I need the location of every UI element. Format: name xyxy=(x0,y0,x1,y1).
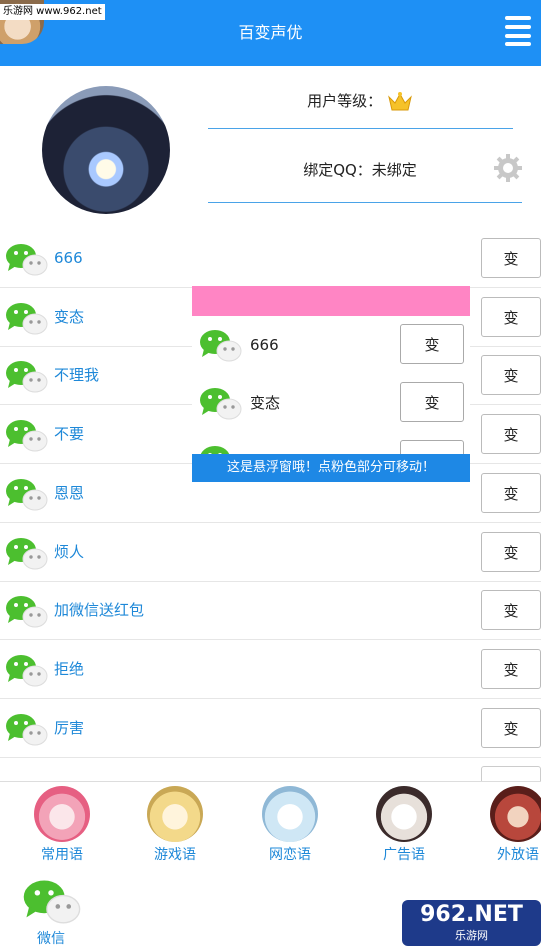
list-item-label: 加微信送红包 xyxy=(54,601,145,620)
nav-item-avatar xyxy=(262,786,318,842)
list-item-label: 恩恩 xyxy=(54,483,85,502)
transform-button[interactable]: 变 xyxy=(481,296,541,337)
watermark-text: 乐游网 www.962.net xyxy=(0,4,105,20)
nav-item-label: 常用语 xyxy=(41,847,83,863)
floating-transform-button[interactable]: 变 xyxy=(400,324,464,364)
nav-item-label: 外放语 xyxy=(497,847,539,863)
watermark-logo-big: 962.NET xyxy=(420,902,523,927)
wechat-icon xyxy=(6,713,48,746)
nav-item-label: 网恋语 xyxy=(269,847,311,863)
crown-icon xyxy=(388,91,412,110)
bind-qq-status[interactable]: 绑定QQ：未绑定 xyxy=(230,155,490,185)
floating-transform-button[interactable]: 变 xyxy=(400,382,464,422)
transform-button[interactable]: 变 xyxy=(481,531,541,572)
list-item-label: 不要 xyxy=(54,425,85,444)
nav-item-label: 游戏语 xyxy=(154,847,196,863)
wechat-icon xyxy=(200,388,242,420)
divider xyxy=(208,202,522,203)
wechat-icon xyxy=(6,244,48,276)
wechat-icon xyxy=(6,420,48,452)
nav-item-avatar xyxy=(34,786,90,842)
watermark-logo: 962.NET 乐游网 xyxy=(402,900,541,946)
nav-item-label: 微信 xyxy=(37,931,65,947)
transform-button[interactable]: 变 xyxy=(481,590,541,631)
nav-item-avatar xyxy=(147,786,203,842)
watermark-logo-small: 乐游网 xyxy=(455,929,488,942)
nav-item[interactable]: 常用语 xyxy=(17,786,107,864)
list-item-label: 厉害 xyxy=(54,718,85,737)
list-item[interactable]: 666 变 xyxy=(0,229,541,288)
transform-button[interactable]: 变 xyxy=(481,707,541,748)
nav-item-label: 广告语 xyxy=(383,847,425,863)
transform-button[interactable]: 变 xyxy=(481,472,541,513)
list-item-label: 烦人 xyxy=(54,542,85,561)
nav-item-avatar xyxy=(376,786,432,842)
floating-list-item[interactable]: 666 变 xyxy=(192,316,470,375)
profile-avatar[interactable] xyxy=(42,86,170,214)
list-item[interactable]: 烦人 变 xyxy=(0,523,541,582)
floating-list-item[interactable]: 变态 变 xyxy=(192,374,470,433)
wechat-icon xyxy=(6,596,48,628)
floating-window-tip: 这是悬浮窗哦！点粉色部分可移动！ xyxy=(192,454,470,482)
wechat-icon xyxy=(6,361,48,393)
wechat-icon xyxy=(200,330,242,362)
user-level: 用户等级： xyxy=(205,86,515,116)
transform-button[interactable]: 变 xyxy=(481,414,541,455)
wechat-icon xyxy=(6,537,48,569)
wechat-icon xyxy=(6,302,48,335)
gear-icon[interactable] xyxy=(493,153,523,183)
user-level-label: 用户等级： xyxy=(307,92,383,110)
nav-item[interactable]: 外放语 xyxy=(473,786,541,864)
list-item[interactable]: 加微信送红包 变 xyxy=(0,581,541,641)
menu-icon[interactable] xyxy=(505,16,531,46)
floating-list-item-label: 变态 xyxy=(250,394,281,412)
list-item-label: 666 xyxy=(54,249,83,267)
list-item[interactable]: 拒绝 变 xyxy=(0,640,541,699)
wechat-icon xyxy=(6,478,48,511)
list-item-label: 不理我 xyxy=(54,366,100,385)
nav-item[interactable]: 网恋语 xyxy=(245,786,335,864)
wechat-icon xyxy=(6,654,48,687)
transform-button[interactable]: 变 xyxy=(481,355,541,396)
list-item-label: 拒绝 xyxy=(54,659,85,678)
floating-list-item-label: 666 xyxy=(250,336,279,354)
floating-window[interactable]: 666 变变态变 这是悬浮窗哦！点粉色部分可移动！ xyxy=(192,286,470,482)
nav-item-avatar xyxy=(490,786,541,842)
wechat-icon xyxy=(23,880,81,924)
floating-window-drag-handle[interactable] xyxy=(192,286,470,316)
list-item-label: 变态 xyxy=(54,307,85,326)
divider xyxy=(208,128,513,129)
nav-item[interactable]: 游戏语 xyxy=(130,786,220,864)
nav-item[interactable]: 微信 xyxy=(6,876,96,948)
list-item[interactable]: 厉害 变 xyxy=(0,699,541,758)
transform-button[interactable]: 变 xyxy=(481,238,541,278)
transform-button[interactable]: 变 xyxy=(481,648,541,689)
nav-item[interactable]: 广告语 xyxy=(359,786,449,864)
